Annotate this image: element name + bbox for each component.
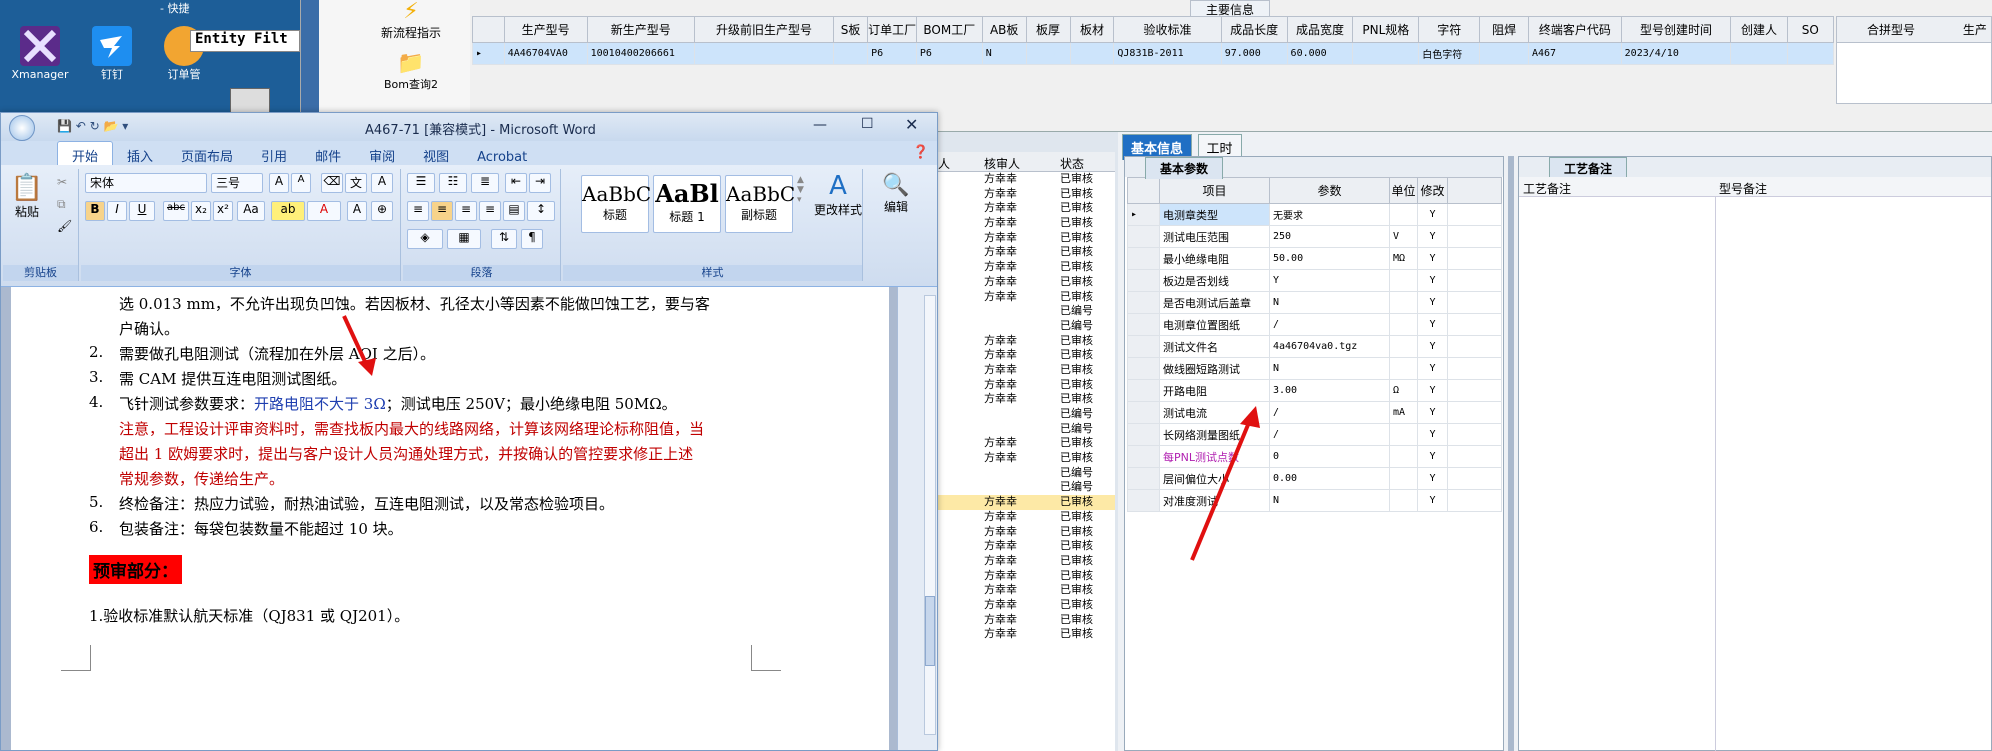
arrow-head (358, 358, 376, 376)
arrow-line (342, 315, 370, 369)
arrow-line (1190, 419, 1252, 561)
annotation-arrows (342, 315, 1260, 561)
arrow-head (1240, 406, 1260, 428)
